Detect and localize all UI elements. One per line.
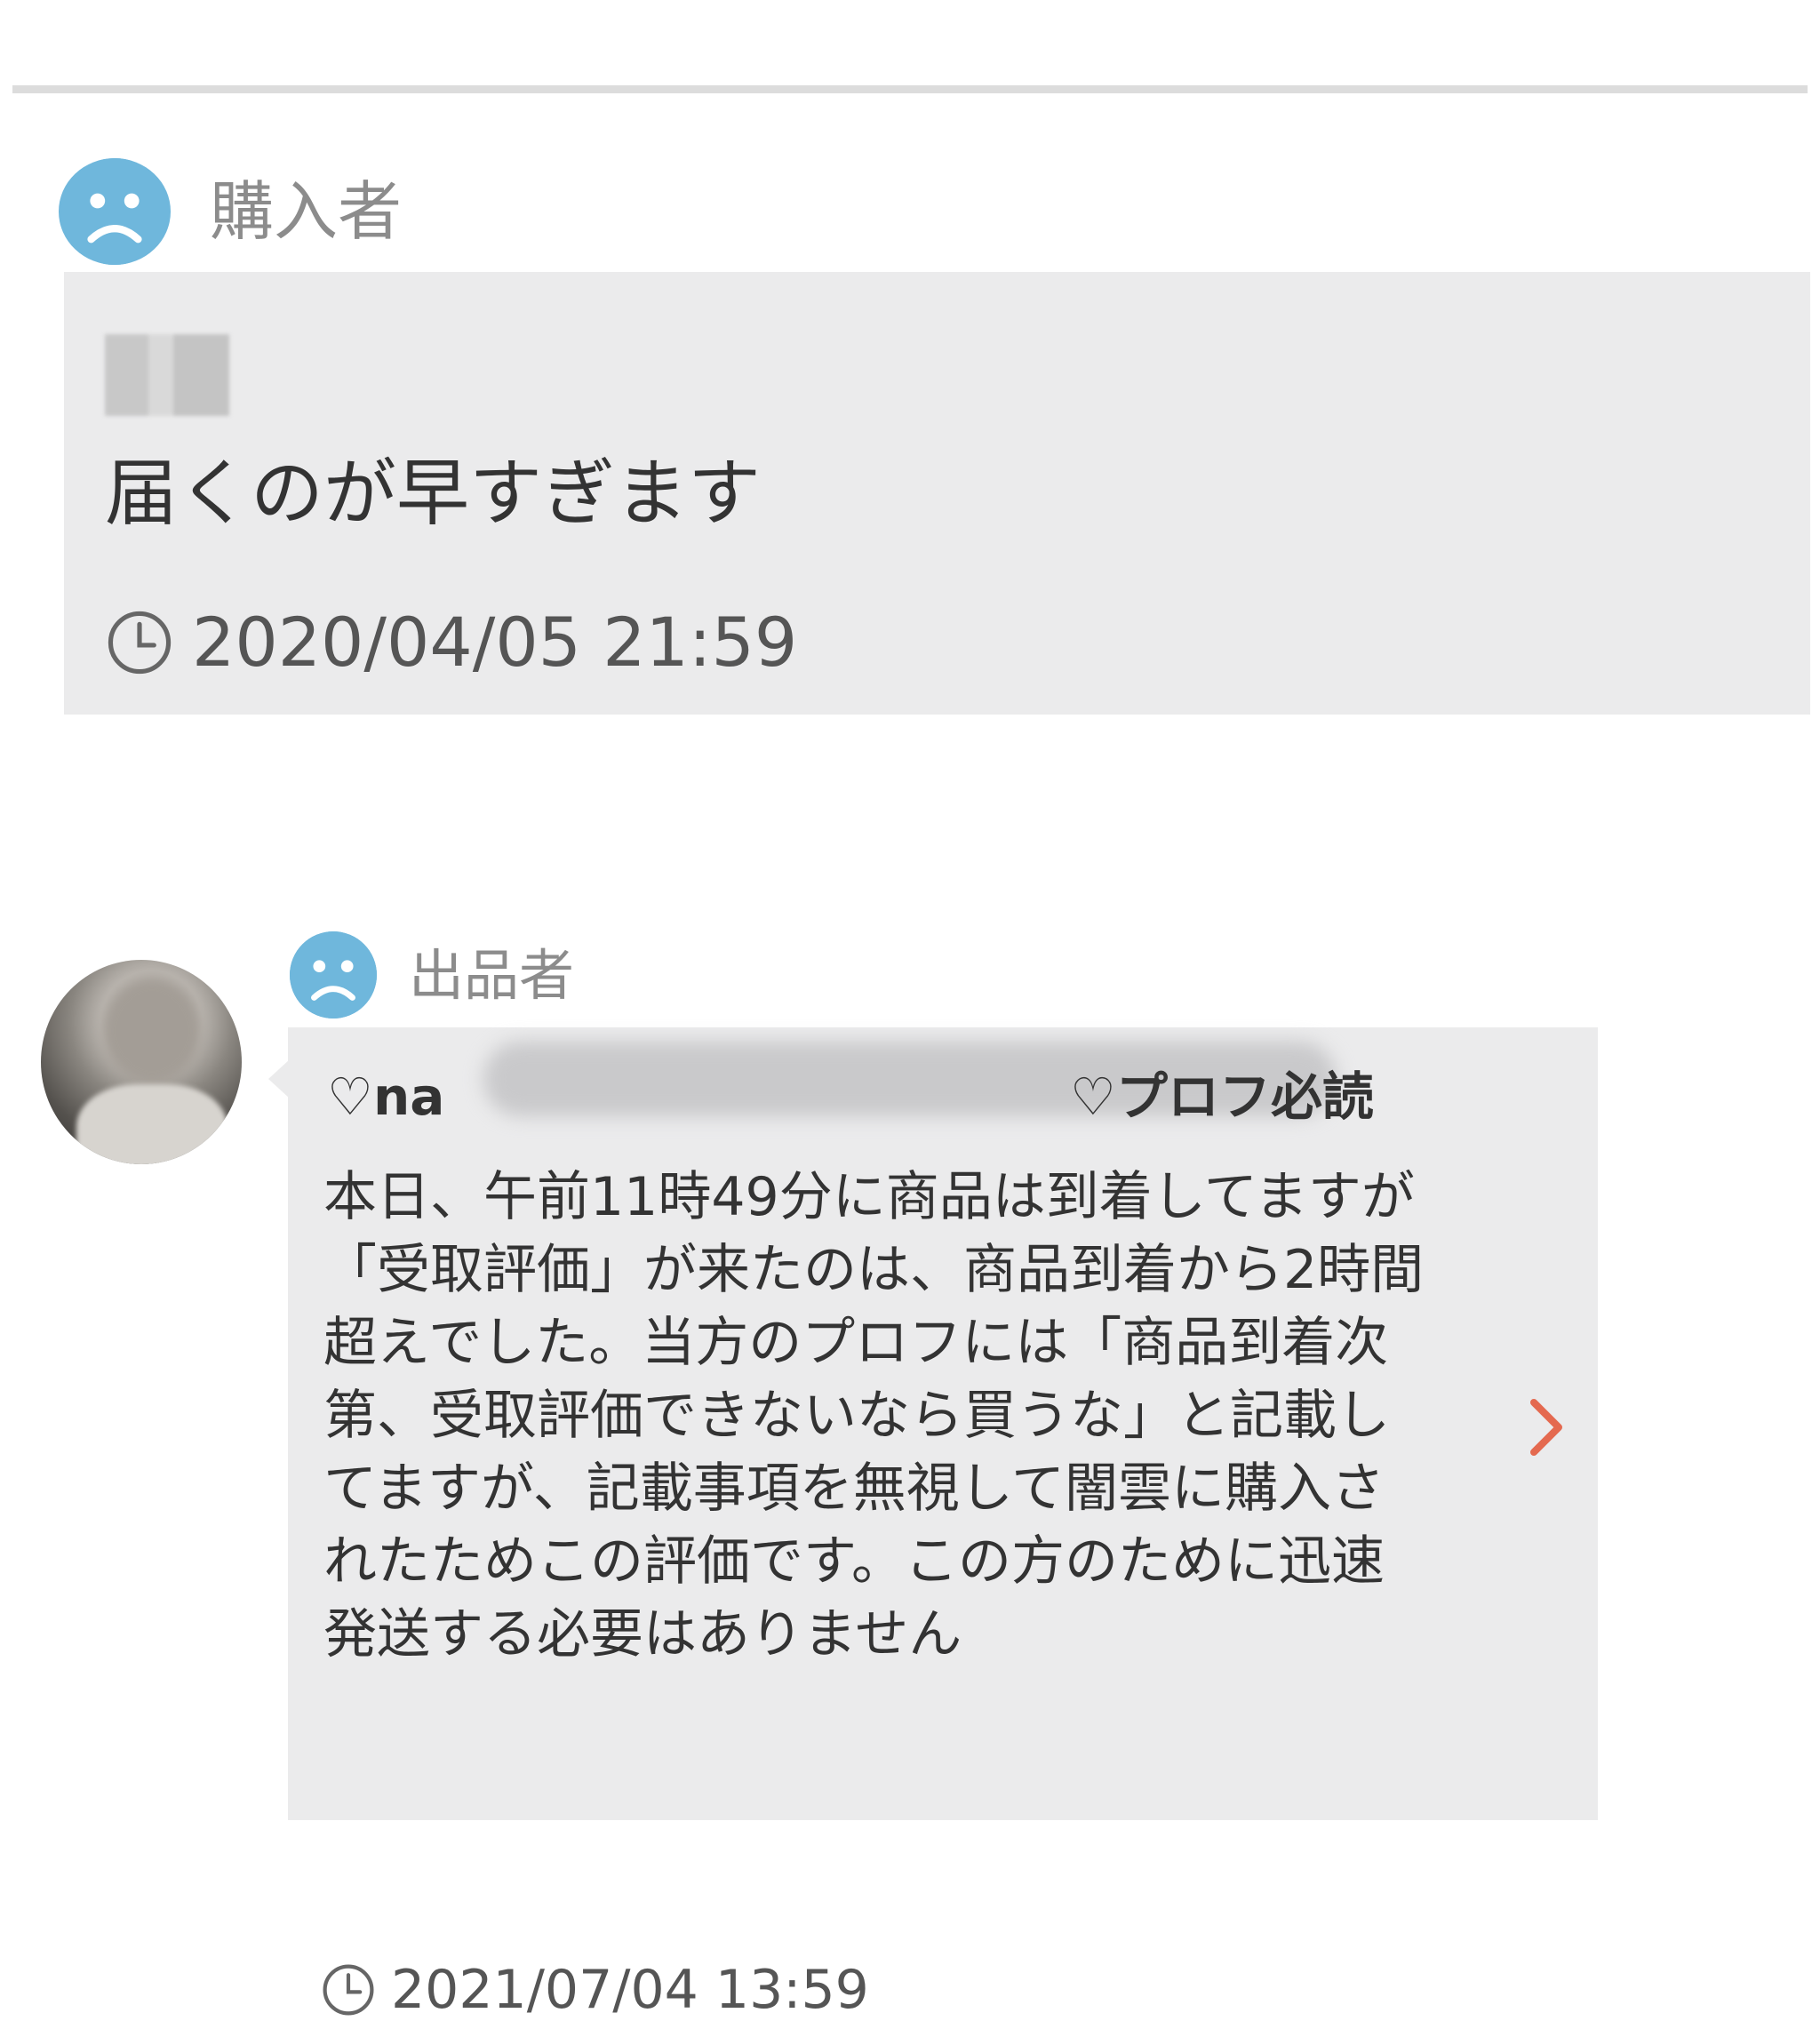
seller-reply-date: 2021/07/04 13:59	[322, 1959, 869, 2021]
seller-reply-body: 本日、午前11時49分に商品は到着してますが 「受取評価」が来たのは、商品到着か…	[323, 1166, 1425, 1666]
buyer-role-label: 購入者	[210, 174, 403, 249]
buyer-review-date: 2020/04/05 21:59	[107, 603, 797, 683]
clock-icon	[322, 1963, 375, 2017]
avatar-face-blur	[103, 978, 201, 1084]
buyer-review-card: 届くのが早すぎます 2020/04/05 21:59	[64, 272, 1810, 715]
buyer-date-text: 2020/04/05 21:59	[192, 603, 798, 682]
sad-face-icon	[290, 931, 377, 1018]
blurred-reviewer-name	[105, 334, 229, 416]
seller-name: ♡na	[327, 1066, 445, 1127]
chevron-right-icon[interactable]	[1527, 1397, 1566, 1458]
seller-date-text: 2021/07/04 13:59	[391, 1959, 869, 2021]
sad-face-icon	[59, 158, 171, 265]
speech-bubble-tail	[268, 1059, 290, 1098]
top-divider	[12, 85, 1808, 93]
clock-icon	[107, 610, 172, 675]
seller-role-label: 出品者	[409, 943, 575, 1008]
seller-reply-card[interactable]: ♡na ♡プロフ必読 本日、午前11時49分に商品は到着してますが 「受取評価」…	[288, 1027, 1598, 2021]
buyer-comment: 届くのが早すぎます	[105, 451, 762, 536]
seller-name-suffix: ♡プロフ必読	[1070, 1066, 1374, 1127]
avatar-body	[76, 1084, 228, 1164]
seller-avatar[interactable]	[41, 960, 242, 1164]
